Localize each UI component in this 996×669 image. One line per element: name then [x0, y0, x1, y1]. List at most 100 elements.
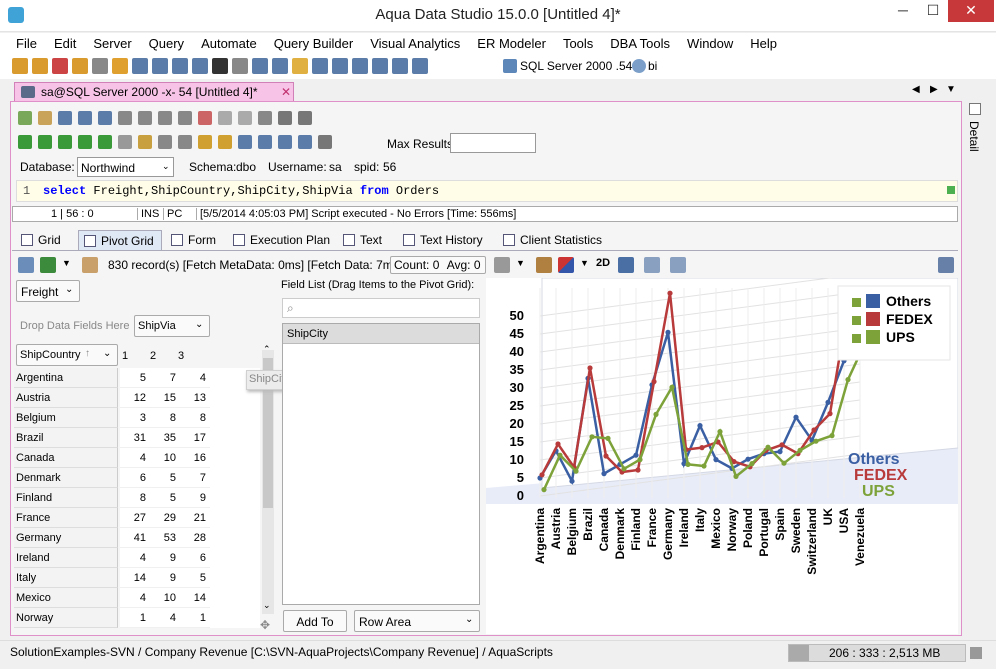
grid-cell[interactable]: 31: [120, 428, 150, 448]
toolbar-tool-icon[interactable]: [192, 58, 208, 74]
grid-cell[interactable]: 28: [180, 528, 210, 548]
data-point-others[interactable]: [633, 452, 639, 458]
editor-tool-icon[interactable]: [18, 135, 32, 149]
grid-cell[interactable]: 5: [180, 568, 210, 588]
toolbar-tool-icon[interactable]: [332, 58, 348, 74]
editor-tool-icon[interactable]: [218, 135, 232, 149]
add-to-button[interactable]: Add To: [283, 610, 347, 632]
data-field-chip[interactable]: Freight ⌄: [16, 280, 80, 302]
data-point-others[interactable]: [713, 457, 719, 463]
data-point-others[interactable]: [569, 478, 575, 484]
tab-pivot-grid[interactable]: Pivot Grid: [78, 230, 162, 250]
tab-grid[interactable]: Grid: [16, 230, 76, 250]
toolbar-tool-icon[interactable]: [352, 58, 368, 74]
toolbar-tool-icon[interactable]: [232, 58, 248, 74]
grid-cell[interactable]: 4: [180, 368, 210, 388]
menu-help[interactable]: Help: [738, 33, 782, 51]
row-header[interactable]: Canada: [14, 448, 118, 468]
calculator-icon[interactable]: [494, 257, 510, 273]
editor-tool-icon[interactable]: [258, 111, 272, 125]
data-point-ups[interactable]: [541, 487, 547, 493]
tab-text[interactable]: Text: [338, 230, 396, 250]
tab-scroll-left-icon[interactable]: ◀: [912, 84, 920, 95]
chart-type-dropdown-icon[interactable]: ▼: [580, 258, 589, 268]
grid-cell[interactable]: 3: [120, 408, 150, 428]
editor-tool-icon[interactable]: [298, 111, 312, 125]
data-point-ups[interactable]: [765, 444, 771, 450]
toolbar-tool-icon[interactable]: [312, 58, 328, 74]
grid-cell[interactable]: 9: [180, 488, 210, 508]
grid-cell[interactable]: 1: [120, 608, 150, 628]
grid-cell[interactable]: 8: [120, 488, 150, 508]
minimize-button[interactable]: ─: [888, 0, 918, 22]
toolbar-tool-icon[interactable]: [132, 58, 148, 74]
grid-cell[interactable]: 8: [150, 408, 180, 428]
data-point-fedex[interactable]: [635, 467, 641, 473]
pivot-chart-icon[interactable]: [536, 257, 552, 273]
detail-label[interactable]: Detail: [967, 121, 981, 152]
data-point-ups[interactable]: [573, 468, 579, 474]
editor-tool-icon[interactable]: [58, 135, 72, 149]
move-handle-icon[interactable]: ✥: [260, 618, 270, 632]
data-point-ups[interactable]: [733, 473, 739, 479]
menu-er-modeler[interactable]: ER Modeler: [465, 33, 551, 51]
row-header[interactable]: Norway: [14, 608, 118, 628]
data-point-ups[interactable]: [653, 411, 659, 417]
data-point-ups[interactable]: [637, 457, 643, 463]
grid-cell[interactable]: 4: [120, 588, 150, 608]
toolbar-tool-icon[interactable]: [52, 58, 68, 74]
editor-tool-icon[interactable]: [178, 111, 192, 125]
data-point-ups[interactable]: [685, 461, 691, 467]
editor-tool-icon[interactable]: [178, 135, 192, 149]
editor-tool-icon[interactable]: [238, 111, 252, 125]
refresh-icon[interactable]: [18, 257, 34, 273]
toolbar-tool-icon[interactable]: [172, 58, 188, 74]
tab-list-icon[interactable]: ▼: [946, 84, 956, 95]
toolbar-tool-icon[interactable]: [372, 58, 388, 74]
editor-tool-icon[interactable]: [18, 111, 32, 125]
grid-cell[interactable]: 6: [120, 468, 150, 488]
grid-cell[interactable]: 12: [120, 388, 150, 408]
menu-edit[interactable]: Edit: [42, 33, 81, 51]
row-header[interactable]: Germany: [14, 528, 118, 548]
editor-tool-icon[interactable]: [118, 135, 132, 149]
data-point-ups[interactable]: [813, 438, 819, 444]
tab-close-icon[interactable]: ✕: [281, 85, 291, 99]
row-header[interactable]: Austria: [14, 388, 118, 408]
area-select[interactable]: Row Area ⌄: [354, 610, 480, 632]
data-point-others[interactable]: [777, 449, 783, 455]
row-header[interactable]: Mexico: [14, 588, 118, 608]
chart-type-icon[interactable]: [558, 257, 574, 273]
toolbar-tool-icon[interactable]: [152, 58, 168, 74]
grid-cell[interactable]: 5: [150, 468, 180, 488]
grid-cell[interactable]: 7: [150, 368, 180, 388]
row-header[interactable]: Argentina: [14, 368, 118, 388]
row-field-chip[interactable]: ShipCountry ↑ ⌄: [16, 344, 118, 366]
data-point-others[interactable]: [825, 399, 831, 405]
editor-tool-icon[interactable]: [198, 135, 212, 149]
column-header[interactable]: 3: [178, 350, 184, 362]
grid-cell[interactable]: 13: [180, 388, 210, 408]
data-point-ups[interactable]: [845, 377, 851, 383]
editor-tool-icon[interactable]: [278, 135, 292, 149]
editor-tool-icon[interactable]: [278, 111, 292, 125]
menu-query-builder[interactable]: Query Builder: [262, 33, 358, 51]
axis-icon-3[interactable]: [670, 257, 686, 273]
grid-cell[interactable]: 16: [180, 448, 210, 468]
data-point-ups[interactable]: [589, 434, 595, 440]
grid-cell[interactable]: 8: [180, 408, 210, 428]
grid-cell[interactable]: 10: [150, 588, 180, 608]
editor-tool-icon[interactable]: [238, 135, 252, 149]
editor-tool-icon[interactable]: [198, 111, 212, 125]
sql-editor[interactable]: 1 select Freight,ShipCountry,ShipCity,Sh…: [16, 180, 958, 202]
layout-icon[interactable]: [938, 257, 954, 273]
data-point-ups[interactable]: [797, 447, 803, 453]
grid-cell[interactable]: 9: [150, 568, 180, 588]
tab-text-history[interactable]: Text History: [398, 230, 496, 250]
column-header[interactable]: 1: [122, 350, 128, 362]
grid-cell[interactable]: 29: [150, 508, 180, 528]
tab-scroll-right-icon[interactable]: ▶: [930, 84, 938, 95]
data-point-ups[interactable]: [557, 452, 563, 458]
database-select[interactable]: Northwind ⌄: [77, 157, 174, 177]
editor-tool-icon[interactable]: [118, 111, 132, 125]
